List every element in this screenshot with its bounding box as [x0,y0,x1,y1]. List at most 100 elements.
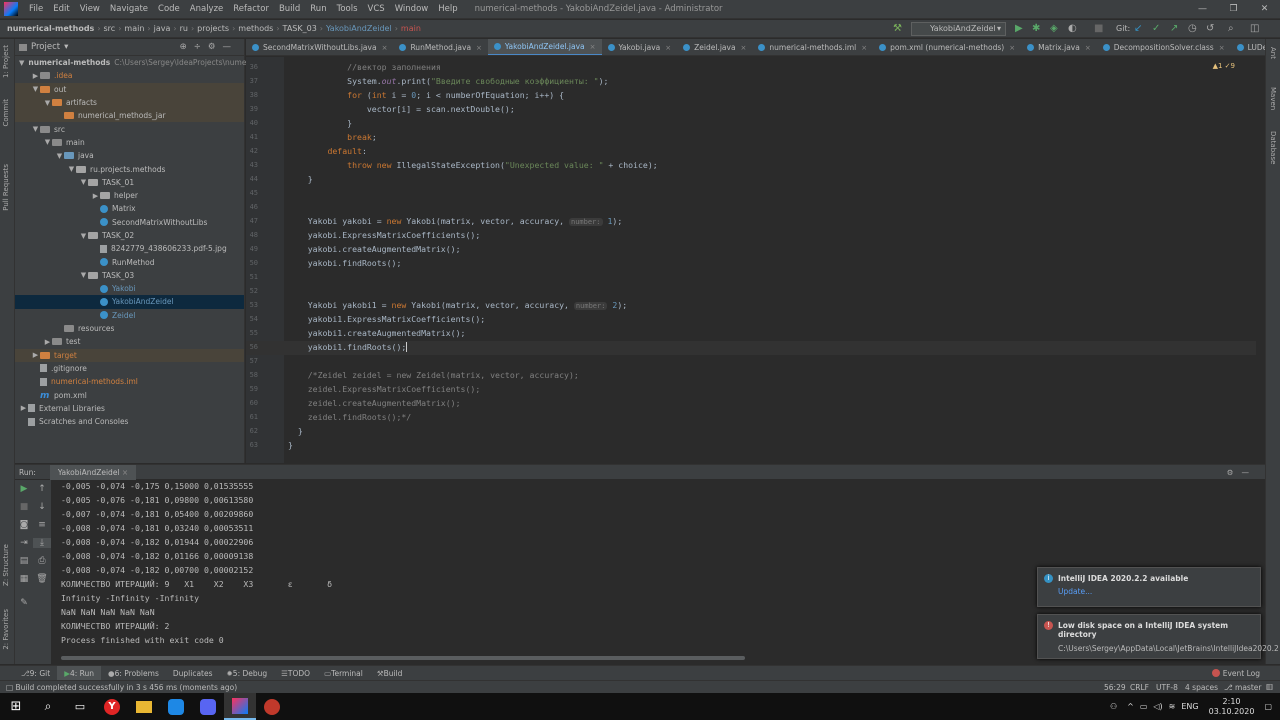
indent-setting[interactable]: 4 spaces [1185,683,1218,692]
layout-icon[interactable]: ▤ [15,556,33,566]
exit-icon[interactable]: ⇥ [15,538,33,548]
breadcrumb-item[interactable]: main [398,24,424,33]
menu-tools[interactable]: Tools [332,4,363,14]
code-line[interactable]: 53 Yakobi yakobi1 = new Yakobi(matrix, v… [246,299,1256,313]
tree-item[interactable]: ▼ ru.projects.methods [15,162,244,175]
breadcrumb-item[interactable]: projects [194,24,232,33]
tree-item[interactable]: resources [15,322,244,335]
tree-item[interactable]: .gitignore [15,362,244,375]
tool-window-tab[interactable]: ✹ 5: Debug [220,669,275,678]
code-line[interactable]: 50 yakobi.findRoots(); [246,257,1256,271]
project-panel-title[interactable]: Project [31,42,60,52]
tool-tab-pull-requests[interactable]: Pull Requests [2,164,10,211]
breadcrumb-item[interactable]: src [101,24,119,33]
wifi-icon[interactable]: ≋ [1169,702,1176,711]
chevron-down-icon[interactable]: ▼ [55,152,64,160]
layout2-icon[interactable]: ▦ [15,574,33,584]
close-icon[interactable]: × [476,44,482,52]
chevron-down-icon[interactable]: ▼ [79,178,88,186]
code-line[interactable]: 59 zeidel.ExpressMatrixCoefficients(); [246,383,1256,397]
locate-icon[interactable]: ⊕ [180,42,194,52]
chevron-right-icon[interactable]: ▶ [31,72,40,80]
close-icon[interactable]: × [1009,44,1015,52]
tool-tab-project[interactable]: 1: Project [2,45,10,78]
tree-item[interactable]: ▶ helper [15,189,244,202]
chevron-right-icon[interactable]: ▶ [19,404,28,412]
close-icon[interactable]: × [382,44,388,52]
debug-icon[interactable]: ✱ [1032,23,1040,35]
editor-tab[interactable]: Yakobi.java × [602,39,678,55]
chevron-right-icon[interactable]: ▶ [31,351,40,359]
chevron-down-icon[interactable]: ▼ [31,125,40,133]
notification-center-icon[interactable]: ▢ [1264,702,1272,711]
code-line[interactable]: 56 yakobi1.findRoots(); [246,341,1256,355]
profile-icon[interactable]: ◐ [1068,23,1077,35]
tool-tab-favorites[interactable]: 2: Favorites [2,609,10,650]
code-line[interactable]: 49 yakobi.createAugmentedMatrix(); [246,243,1256,257]
code-line[interactable]: 60 zeidel.createAugmentedMatrix(); [246,397,1256,411]
history-icon[interactable]: ◷ [1188,23,1197,35]
rollback-icon[interactable]: ↺ [1206,23,1214,35]
menu-build[interactable]: Build [274,4,305,14]
run-tab[interactable]: YakobiAndZeidel × [49,464,137,480]
tool-window-tab[interactable]: ⎇ 9: Git [14,669,57,678]
menu-file[interactable]: File [24,4,48,14]
code-line[interactable]: 38 for (int i = 0; i < numberOfEquation;… [246,89,1256,103]
close-icon[interactable]: × [741,44,747,52]
intellij-taskbar-icon[interactable] [224,693,256,720]
tool-window-tab[interactable]: ⚒ Build [370,669,410,678]
tree-item[interactable]: ▼ TASK_02 [15,229,244,242]
code-line[interactable]: 37 System.out.print("Введите свободные к… [246,75,1256,89]
tool-tab-maven[interactable]: Maven [1269,87,1277,110]
tree-item[interactable]: ▼ artifacts [15,95,244,110]
editor-tab[interactable]: LUDecomp× [1231,39,1265,55]
tree-item[interactable]: numerical-methods.iml [15,375,244,388]
breadcrumb-item[interactable]: YakobiAndZeidel [323,24,395,33]
chevron-right-icon[interactable]: ▶ [43,338,52,346]
hide-icon[interactable]: — [1242,468,1258,477]
tree-item[interactable]: ▶ External Libraries [15,402,244,415]
clock[interactable]: 2:10 03.10.2020 [1209,697,1255,717]
rerun-icon[interactable]: ▶ [15,484,33,494]
tree-item[interactable]: ▼ TASK_01 [15,176,244,189]
breadcrumb-item[interactable]: java [151,24,174,33]
maximize-icon[interactable]: ❐ [1218,0,1249,19]
network-icon[interactable]: ▭ [1140,702,1148,711]
settings-icon[interactable]: ◫ [1250,23,1259,35]
code-line[interactable]: 40 } [246,117,1256,131]
chevron-down-icon[interactable]: ▼ [79,232,88,240]
tool-tab-ant[interactable]: Ant [1269,47,1277,59]
file-explorer-icon[interactable] [128,693,160,720]
code-line[interactable]: 44 } [246,173,1256,187]
chevron-down-icon[interactable]: ▾ [64,42,68,52]
code-line[interactable]: 61 zeidel.findRoots();*/ [246,411,1256,425]
tree-item[interactable]: SecondMatrixWithoutLibs [15,216,244,229]
tool-tab-commit[interactable]: Commit [2,99,10,127]
code-line[interactable]: 52 [246,285,1256,299]
soft-wrap-icon[interactable]: ≡ [33,520,51,530]
close-icon[interactable]: × [1085,44,1091,52]
editor-tab[interactable]: numerical-methods.iml × [752,39,873,55]
tree-item[interactable]: numerical_methods_jar [15,109,244,123]
chevron-down-icon[interactable]: ▼ [67,165,76,173]
editor-tab[interactable]: YakobiAndZeidel.java × [487,39,602,55]
event-log-button[interactable]: Event Log [1211,669,1260,678]
code-line[interactable]: 48 yakobi.ExpressMatrixCoefficients(); [246,229,1256,243]
code-editor[interactable]: 36 //вектор заполнения 37 System.out.prin… [246,57,1265,463]
breadcrumb-item[interactable]: numerical-methods [4,24,97,33]
menu-refactor[interactable]: Refactor [228,4,274,14]
scroll-to-end-icon[interactable]: ⤓ [33,538,51,548]
tree-item[interactable]: ▶ target [15,348,244,362]
tree-item[interactable]: YakobiAndZeidel [15,295,244,309]
code-line[interactable]: 62 } [246,425,1256,439]
chevron-down-icon[interactable]: ▼ [43,99,52,107]
tree-item[interactable]: ▼ main [15,136,244,149]
line-separator[interactable]: CRLF [1130,683,1149,692]
menu-code[interactable]: Code [153,4,185,14]
code-line[interactable]: 47 Yakobi yakobi = new Yakobi(matrix, ve… [246,215,1256,229]
tree-item[interactable]: m pom.xml [15,388,244,402]
code-line[interactable]: 36 //вектор заполнения [246,61,1256,75]
tree-item[interactable]: ▶ test [15,335,244,348]
code-line[interactable]: 55 yakobi1.createAugmentedMatrix(); [246,327,1256,341]
menu-analyze[interactable]: Analyze [185,4,229,14]
